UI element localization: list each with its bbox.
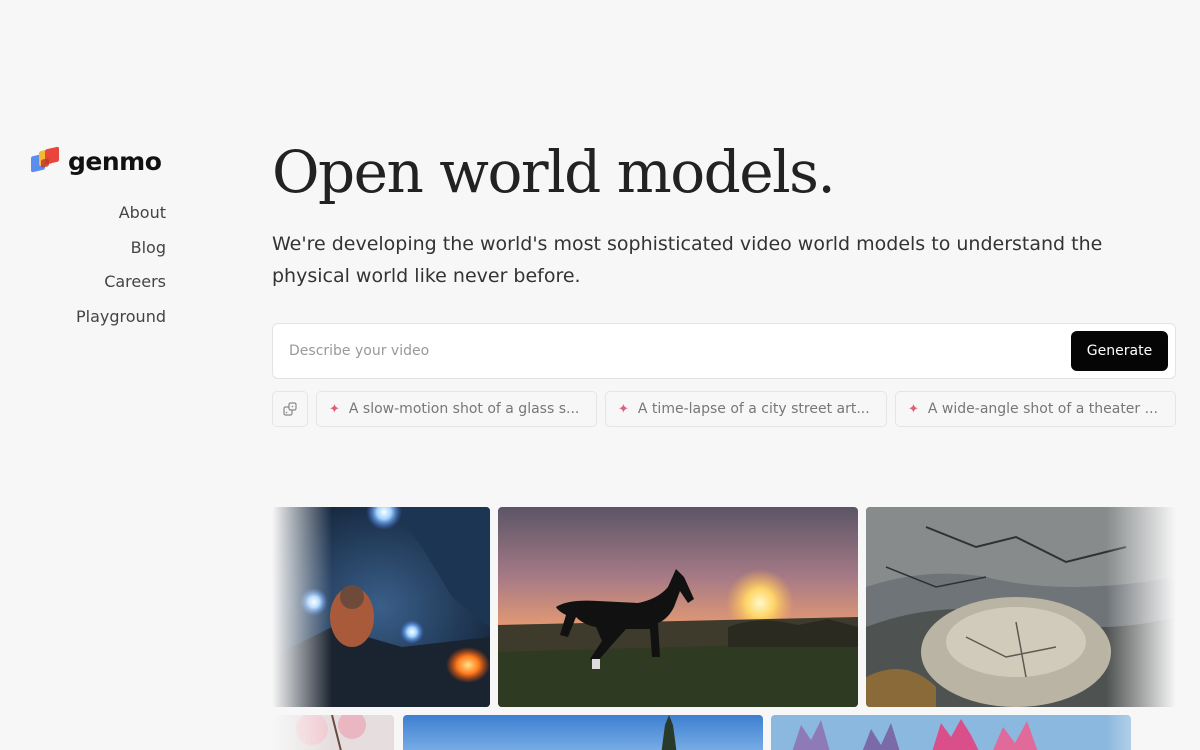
suggestion-text: A time-lapse of a city street art... bbox=[637, 401, 870, 417]
brand-name: genmo bbox=[68, 146, 162, 176]
prompt-box: Generate bbox=[272, 323, 1176, 379]
suggestion-chip-2[interactable]: ✦ A time-lapse of a city street art... bbox=[605, 391, 887, 427]
video-thumbnail-horse[interactable] bbox=[498, 507, 858, 707]
gallery-fade-left bbox=[272, 507, 332, 750]
generate-button[interactable]: Generate bbox=[1071, 331, 1168, 371]
gallery-fade-right bbox=[1106, 507, 1176, 750]
coral-image bbox=[771, 715, 1131, 750]
prompt-input[interactable] bbox=[289, 324, 1069, 378]
nav-link-playground[interactable]: Playground bbox=[76, 307, 166, 327]
suggestion-chip-1[interactable]: ✦ A slow-motion shot of a glass s... bbox=[316, 391, 597, 427]
sparkle-icon: ✦ bbox=[908, 401, 919, 417]
video-gallery bbox=[272, 507, 1176, 750]
video-thumbnail-coral[interactable] bbox=[771, 715, 1131, 750]
shuffle-button[interactable] bbox=[272, 391, 308, 427]
nav-link-about[interactable]: About bbox=[76, 203, 166, 223]
genmo-logo[interactable]: genmo bbox=[30, 145, 162, 177]
sparkle-icon: ✦ bbox=[329, 401, 340, 417]
sky-tree-image bbox=[403, 715, 763, 750]
shuffle-icon bbox=[283, 402, 297, 416]
video-thumbnail-sky-tree[interactable] bbox=[403, 715, 763, 750]
suggestion-chip-3[interactable]: ✦ A wide-angle shot of a theater ... bbox=[895, 391, 1176, 427]
suggestion-text: A wide-angle shot of a theater ... bbox=[927, 401, 1158, 417]
horse-sunset-image bbox=[498, 507, 858, 707]
genmo-logo-mark-icon bbox=[30, 145, 62, 177]
nav-link-blog[interactable]: Blog bbox=[76, 238, 166, 258]
suggestion-text: A slow-motion shot of a glass s... bbox=[348, 401, 580, 417]
sidebar-nav: About Blog Careers Playground bbox=[76, 203, 166, 341]
page-subtitle: We're developing the world's most sophis… bbox=[272, 233, 1103, 287]
nav-link-careers[interactable]: Careers bbox=[76, 272, 166, 292]
page: genmo About Blog Careers Playground Open… bbox=[0, 0, 1200, 750]
sparkle-icon: ✦ bbox=[618, 401, 629, 417]
page-title: Open world models. bbox=[272, 138, 836, 206]
